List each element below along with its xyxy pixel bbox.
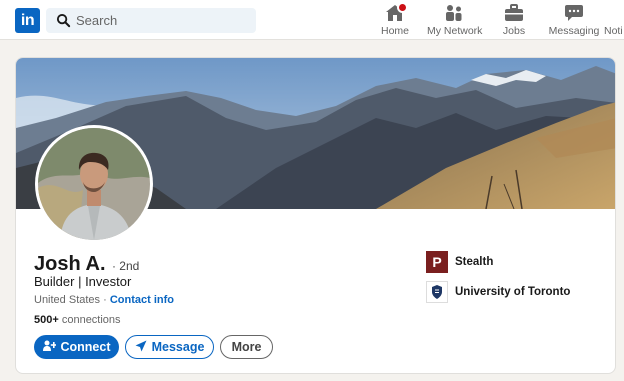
name-row: Josh A. · 2nd [34,253,139,276]
top-nav: in Home My Network [0,0,624,40]
profile-card: Josh A. · 2nd Builder | Investor United … [15,57,616,374]
connections-label: connections [58,314,121,326]
contact-info-link[interactable]: Contact info [110,294,174,306]
nav-jobs[interactable]: Jobs [498,4,530,38]
search-icon [56,13,71,28]
nav-messaging[interactable]: Messaging [548,4,600,38]
nav-label-home: Home [380,25,409,37]
avatar[interactable] [38,128,150,240]
avatar-frame[interactable] [35,125,153,243]
add-person-icon [42,340,57,354]
connect-label: Connect [60,340,111,354]
message-label: Message [151,340,205,354]
search-input[interactable] [76,11,246,30]
nav-label-messaging: Messaging [548,25,600,37]
school-name: University of Toronto [455,286,571,298]
profile-location: United States [34,294,101,306]
nav-my-network[interactable]: My Network [427,4,483,38]
notification-badge [397,2,408,13]
search-box[interactable] [46,8,256,33]
linkedin-logo[interactable]: in [15,8,40,33]
university-crest-icon [426,281,448,303]
briefcase-icon [504,4,524,22]
send-icon [135,340,147,355]
experience-item-university[interactable]: University of Toronto [426,281,570,303]
company-name: Stealth [455,256,494,268]
messaging-icon [564,4,584,22]
profile-headline: Builder | Investor [34,274,132,289]
profile-name: Josh A. [34,253,106,275]
nav-label-my-network: My Network [427,25,483,37]
experience-item-stealth[interactable]: P Stealth [426,251,493,273]
nav-home[interactable]: Home [378,2,412,38]
connections-number: 500+ [34,314,59,326]
network-icon [444,4,464,22]
location-separator: · [100,294,110,306]
connect-button[interactable]: Connect [34,335,119,359]
home-icon [385,2,408,22]
stealth-logo: P [426,251,448,273]
location-row: United States · Contact info [34,294,174,306]
nav-label-jobs: Jobs [502,25,526,37]
message-button[interactable]: Message [125,335,214,359]
connection-degree: · 2nd [111,259,140,273]
more-button[interactable]: More [220,335,273,359]
nav-label-notifications: Noti [604,25,623,37]
connections-count[interactable]: 500+ connections [34,314,121,326]
more-label: More [231,340,262,354]
nav-notifications[interactable]: Noti [604,4,624,38]
